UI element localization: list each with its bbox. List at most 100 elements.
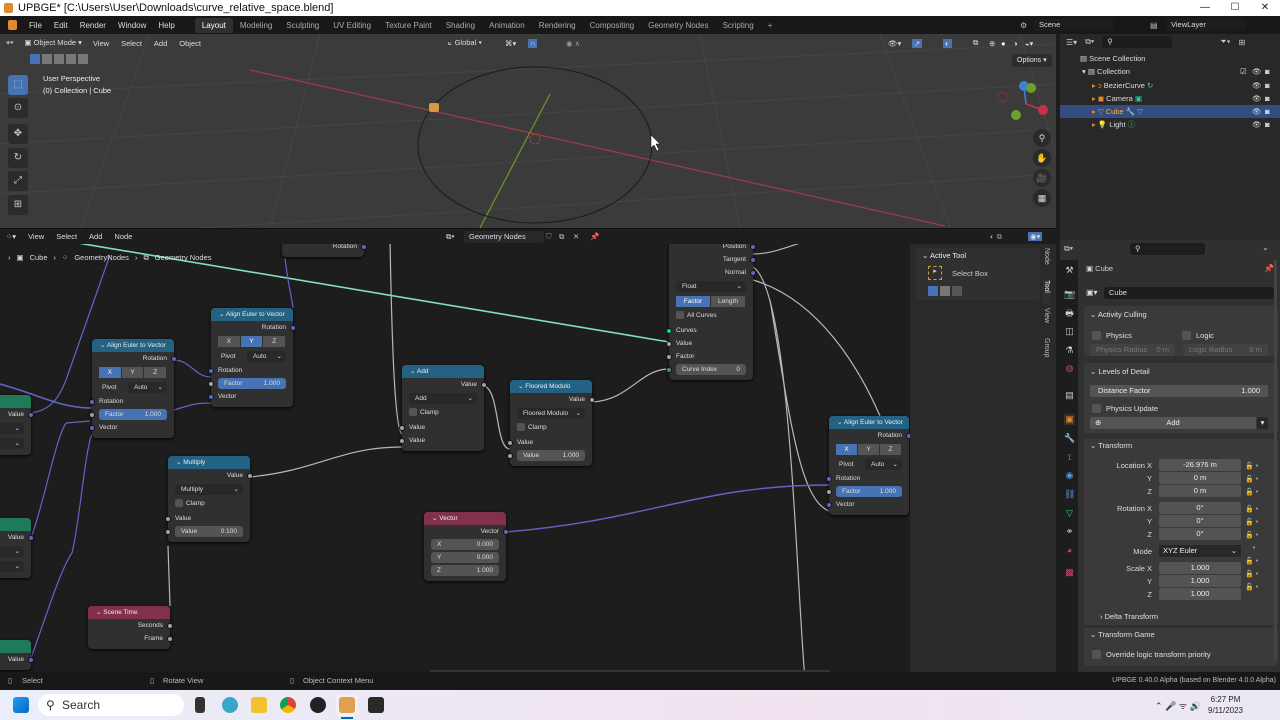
option-z[interactable]: Z [263, 336, 286, 347]
socket[interactable] [826, 476, 832, 482]
eye-icon[interactable]: 👁 [1252, 118, 1262, 131]
transform-header[interactable]: ⌄ Transform [1090, 441, 1132, 450]
socket[interactable] [28, 412, 34, 418]
location-x-field[interactable]: -26.976 m [1159, 459, 1241, 471]
menu-help[interactable]: Help [152, 21, 180, 30]
node[interactable]: ⌄ xValue ⌄ ⌄ [0, 518, 34, 578]
node-header[interactable]: ⌄ Align Euler to Vector [211, 308, 293, 321]
tab-layout[interactable]: Layout [194, 17, 233, 33]
outliner-item-selected[interactable]: ▸ ▽ Cube 🔧 ▽ 👁 ◙ [1060, 105, 1280, 118]
keyframe-dot-icon[interactable]: • [1245, 542, 1258, 555]
tab-tool[interactable]: Tool [1043, 280, 1050, 304]
value-field[interactable]: Curve Index 0 [676, 364, 746, 375]
cursor-tool-icon[interactable]: ⊙ [8, 98, 28, 118]
pan-hand-icon[interactable]: ✋ [1033, 149, 1051, 167]
tab-texture-paint[interactable]: Texture Paint [378, 18, 439, 33]
dropdown[interactable]: Float ⌄ [676, 281, 746, 292]
eye-icon[interactable]: 👁 [1252, 65, 1262, 78]
node-header[interactable]: ⌄ x [0, 518, 31, 531]
obs-icon[interactable] [310, 697, 326, 713]
checkbox-icon[interactable]: ☑ [1240, 65, 1247, 78]
node-header[interactable]: ⌄ Align Euler to Vector [829, 416, 909, 429]
physics-tab-icon[interactable]: ◉ [1064, 470, 1075, 481]
rotation-z-field[interactable]: 0° [1159, 528, 1241, 540]
zoom-icon[interactable]: ⚲ [1033, 129, 1051, 147]
tab-animation[interactable]: Animation [482, 18, 532, 33]
menu-render[interactable]: Render [74, 21, 112, 30]
outliner-search-input[interactable]: ⚲ [1102, 36, 1173, 48]
node[interactable]: ⌄ Align Euler to Vector Rotation X Y Z Pivot A… [208, 308, 296, 407]
dropdown[interactable]: ⌄ [0, 546, 24, 557]
value-field[interactable]: Factor 1.000 [218, 378, 286, 389]
outliner-item[interactable]: ▾ ▤ Collection ☑ 👁 ◙ [1060, 65, 1280, 78]
value-field[interactable]: Z 1.000 [431, 565, 499, 576]
mode-subtract-icon[interactable] [952, 286, 962, 296]
outliner-item[interactable]: ▸ ↄ BezierCurve ↻ 👁 ◙ [1060, 79, 1280, 92]
value-field[interactable]: Value 0.100 [175, 526, 243, 537]
node-header[interactable]: ⌄ Multiply [168, 456, 250, 469]
checkbox[interactable] [175, 499, 183, 508]
socket[interactable] [290, 325, 296, 331]
options-dropdown-icon[interactable]: ⌄ [1262, 243, 1269, 252]
node[interactable]: ⌄ Align Euler to Vector Rotation X Y Z Pivot A… [826, 416, 910, 515]
socket[interactable] [28, 535, 34, 541]
socket[interactable] [481, 382, 487, 388]
eye-icon[interactable]: 👁 [1252, 92, 1262, 105]
node-menu-add[interactable]: Add [83, 232, 108, 241]
upbge-taskbar-icon[interactable] [339, 697, 355, 713]
constraints-tab-icon[interactable]: ⛓ [1064, 489, 1075, 500]
scale-tool-icon[interactable]: ⤢ [8, 171, 28, 191]
checkbox[interactable] [409, 408, 417, 417]
option-x[interactable]: X [218, 336, 240, 347]
tool-tab-icon[interactable]: ⚒ [1064, 265, 1075, 276]
lock-icon[interactable]: 🔓 • [1245, 516, 1258, 529]
option-length[interactable]: Length [711, 296, 745, 307]
duplicate-icon[interactable]: ⧉ [559, 232, 564, 242]
render-camera-icon[interactable]: ◙ [1265, 79, 1270, 92]
overlay-toggle-icon[interactable]: ◐ [943, 38, 952, 48]
option-x[interactable]: X [836, 444, 857, 455]
orientation-dropdown[interactable]: ⟀ Global ▾ [448, 38, 482, 48]
lock-icon[interactable]: 🔓 • [1245, 555, 1258, 568]
tab-shading[interactable]: Shading [439, 18, 482, 33]
node-tree-browse-icon[interactable]: ⧉▾ [446, 232, 455, 242]
fake-user-shield-icon[interactable]: ⛉ [546, 232, 552, 242]
menu-select[interactable]: Select [115, 39, 148, 48]
tab-modeling[interactable]: Modeling [233, 18, 279, 33]
panel-header[interactable]: ⌄ Active Tool [922, 251, 966, 260]
windows-start-icon[interactable] [13, 697, 29, 713]
file-explorer-icon[interactable] [251, 697, 267, 713]
object-tab-icon[interactable]: ▣ [1064, 414, 1075, 425]
node-menu-select[interactable]: Select [50, 232, 83, 241]
move-tool-icon[interactable]: ✥ [8, 124, 28, 144]
physics-checkbox[interactable] [1092, 331, 1101, 340]
socket[interactable] [89, 399, 95, 405]
data-tab-icon[interactable]: ▽ [1064, 508, 1075, 519]
menu-object[interactable]: Object [173, 39, 207, 48]
scale-x-field[interactable]: 1.000 [1159, 562, 1241, 574]
rotate-tool-icon[interactable]: ↻ [8, 148, 28, 168]
properties-scrollbar[interactable] [1274, 260, 1277, 660]
socket[interactable] [361, 244, 367, 250]
node[interactable]: ⌄ xValue ⌄ ⌄ [0, 395, 34, 455]
lock-icon[interactable]: 🔓 • [1245, 529, 1258, 542]
filter-view-icon[interactable]: ⧉▾ [1085, 37, 1094, 47]
dropdown[interactable]: ⌄ [0, 438, 24, 449]
dropdown[interactable]: ⌄ [0, 561, 24, 572]
option-y[interactable]: Y [121, 367, 144, 378]
eye-icon[interactable]: 👁 [1252, 79, 1262, 92]
option-z[interactable]: Z [880, 444, 901, 455]
wireframe-shading-icon[interactable]: ⊕ [989, 39, 995, 48]
node-header[interactable]: ⌄ Align Euler to Vector [92, 339, 174, 352]
option-y[interactable]: Y [240, 336, 263, 347]
options-button[interactable]: Options ▾ [1012, 54, 1052, 67]
edge-browser-icon[interactable] [222, 697, 238, 713]
scene-tab-icon[interactable]: ⚗ [1064, 345, 1075, 356]
display-mode-icon[interactable]: ☰▾ [1066, 38, 1077, 47]
pivot-icon[interactable]: ⌘▾ [505, 39, 516, 48]
node-header[interactable]: ⌄ x [0, 395, 31, 408]
chrome-icon[interactable] [280, 697, 296, 713]
outliner-item[interactable]: ▤ Scene Collection [1060, 52, 1280, 65]
mode-extend-icon[interactable] [940, 286, 950, 296]
view-layer-selector[interactable]: ViewLayer [1166, 19, 1246, 31]
